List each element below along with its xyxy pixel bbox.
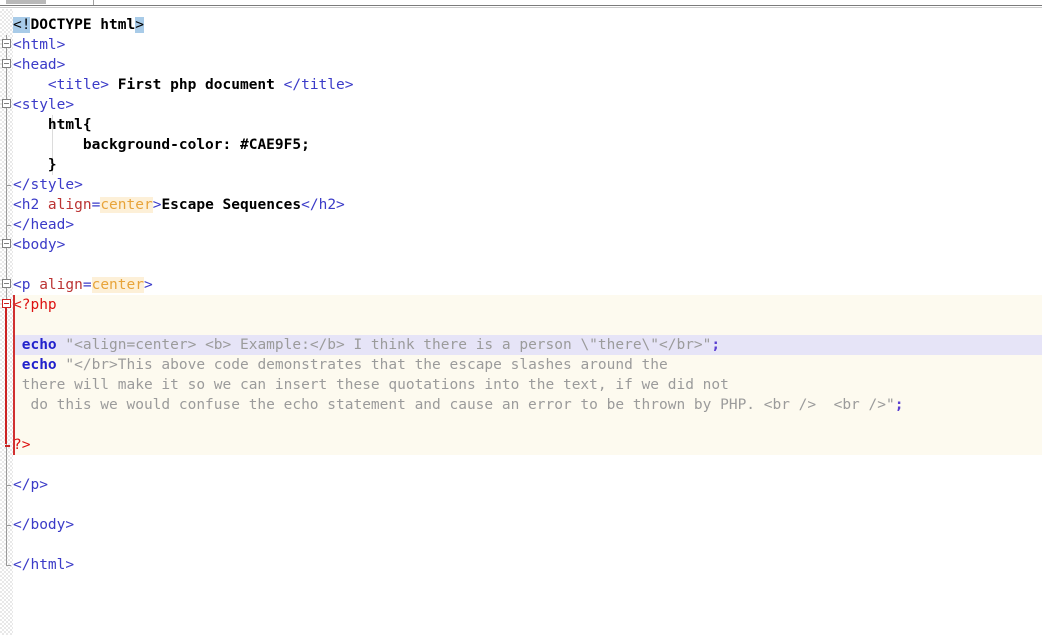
fold-p-toggle[interactable]	[2, 279, 11, 288]
fold-php-toggle[interactable]	[2, 299, 11, 308]
code-token: "</br>This above code demonstrates that …	[65, 357, 668, 373]
code-line-5[interactable]: <style>	[13, 95, 74, 115]
code-token: </h2>	[301, 197, 345, 213]
code-line-19[interactable]: there will make it so we can insert thes…	[13, 375, 729, 395]
fold-end-tick-line-11	[6, 225, 11, 226]
code-token: <!	[13, 17, 31, 33]
code-token: <?php	[13, 297, 57, 313]
code-text-layer[interactable]: <!DOCTYPE html> <html> <head> <title> Firs…	[0, 9, 1042, 635]
fold-body-toggle[interactable]	[2, 239, 11, 248]
code-token: </style>	[13, 177, 83, 193]
code-line-26[interactable]: </body>	[13, 515, 74, 535]
fold-end-tick-line-22	[5, 445, 10, 447]
code-token: </p>	[13, 477, 48, 493]
code-token: <h2	[13, 197, 48, 213]
toolbar-bottom-border	[0, 5, 1042, 6]
code-token: </head>	[13, 217, 75, 233]
code-line-4[interactable]: <title> First php document </title>	[13, 75, 354, 95]
php-block-left-bar	[13, 295, 15, 455]
code-line-12[interactable]: <body>	[13, 235, 65, 255]
code-token: </title>	[283, 77, 354, 93]
code-token: DOCTYPE html	[30, 17, 136, 33]
code-token: do this we would confuse the echo statem…	[13, 397, 895, 413]
code-token: </body>	[13, 517, 75, 533]
toolbar-background	[0, 0, 1042, 4]
code-line-24[interactable]: </p>	[13, 475, 48, 495]
code-token: echo	[21, 357, 57, 373]
code-token: there will make it so we can insert thes…	[13, 377, 729, 393]
code-editor-surface[interactable]: <!DOCTYPE html> <html> <head> <title> Firs…	[0, 9, 1042, 635]
code-line-18[interactable]: echo "</br>This above code demonstrates …	[13, 355, 668, 375]
code-token: <head>	[13, 57, 66, 73]
code-line-7[interactable]: background-color: #CAE9F5;	[13, 135, 310, 155]
code-line-11[interactable]: </head>	[13, 215, 74, 235]
code-token: >	[135, 17, 144, 33]
toolbar-tab-indicator[interactable]	[6, 0, 46, 4]
code-token: ;	[711, 337, 721, 353]
code-token: =	[82, 277, 92, 293]
code-line-28[interactable]: </html>	[13, 555, 74, 575]
code-token: center	[100, 197, 153, 213]
code-token: "<align=center> <b> Example:</b> I think…	[65, 337, 712, 353]
code-token: <body>	[13, 237, 66, 253]
code-line-8[interactable]: }	[13, 155, 57, 175]
code-line-3[interactable]: <head>	[13, 55, 65, 75]
code-line-2[interactable]: <html>	[13, 35, 65, 55]
code-token: <html>	[13, 37, 66, 53]
code-token: >	[143, 277, 153, 293]
code-line-10[interactable]: <h2 align=center>Escape Sequences</h2>	[13, 195, 345, 215]
fold-style-toggle[interactable]	[2, 99, 11, 108]
fold-spine-line-php	[5, 299, 7, 444]
code-token: center	[91, 277, 144, 293]
toolbar-bottom-border-light	[0, 7, 1042, 8]
code-line-17[interactable]: echo "<align=center> <b> Example:</b> I …	[13, 335, 720, 355]
code-token: <style>	[13, 97, 75, 113]
code-line-1[interactable]: <!DOCTYPE html>	[13, 15, 144, 35]
code-line-20[interactable]: do this we would confuse the echo statem…	[13, 395, 903, 415]
code-line-9[interactable]: </style>	[13, 175, 83, 195]
code-line-14[interactable]: <p align=center>	[13, 275, 153, 295]
code-line-6[interactable]: html{	[13, 115, 92, 135]
fold-end-tick-line-9	[6, 185, 11, 186]
code-token: html{	[47, 117, 92, 133]
code-token: ;	[894, 397, 904, 413]
code-line-22[interactable]: ?>	[13, 435, 30, 455]
fold-end-tick-line-26	[6, 525, 11, 526]
fold-spine-terminator	[6, 565, 11, 566]
fold-head-toggle[interactable]	[2, 59, 11, 68]
code-token: echo	[21, 337, 57, 353]
code-token: </html>	[13, 557, 75, 573]
code-token: =	[91, 197, 101, 213]
code-token: align	[39, 277, 83, 293]
code-token: <p	[13, 277, 40, 293]
code-token: ?>	[13, 437, 31, 453]
code-token: background-color: #CAE9F5;	[82, 137, 310, 153]
editor-toolbar-sliver	[0, 0, 1042, 9]
code-line-15[interactable]: <?php	[13, 295, 57, 315]
code-token: }	[47, 157, 57, 173]
code-token: Escape Sequences	[161, 197, 302, 213]
fold-end-tick-line-24	[6, 485, 11, 486]
code-token: align	[47, 197, 92, 213]
code-token: <title>	[47, 77, 110, 93]
code-token: First php document	[109, 77, 284, 93]
fold-html-toggle[interactable]	[2, 39, 11, 48]
